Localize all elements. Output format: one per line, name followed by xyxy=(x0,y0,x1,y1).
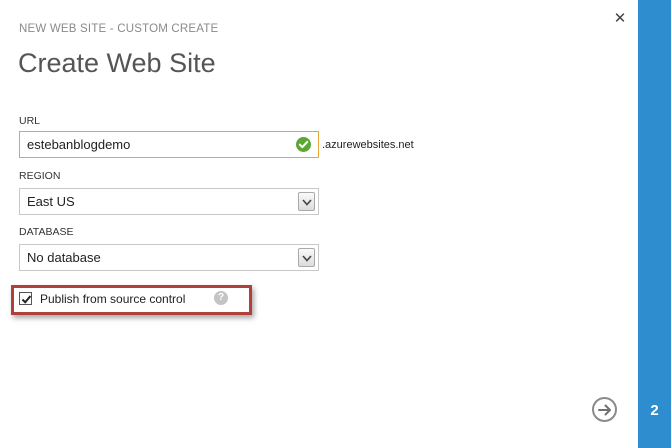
create-web-site-dialog: ✕ NEW WEB SITE - CUSTOM CREATE Create We… xyxy=(0,0,638,448)
dialog-subtitle: NEW WEB SITE - CUSTOM CREATE xyxy=(19,23,219,35)
publish-checkbox-label[interactable]: Publish from source control xyxy=(40,292,185,306)
region-selected-value: East US xyxy=(27,194,75,209)
url-domain-suffix: .azurewebsites.net xyxy=(322,139,414,151)
database-select[interactable]: No database xyxy=(19,244,319,271)
arrow-right-icon xyxy=(597,404,611,415)
database-label: DATABASE xyxy=(19,226,74,238)
check-circle-icon xyxy=(296,137,311,152)
database-selected-value: No database xyxy=(27,250,101,265)
step-number: 2 xyxy=(650,402,659,419)
chevron-down-icon[interactable] xyxy=(298,192,315,211)
next-button[interactable] xyxy=(592,397,617,422)
wizard-step-sidebar: 2 xyxy=(638,0,671,448)
publish-checkbox[interactable] xyxy=(19,292,32,305)
chevron-down-icon[interactable] xyxy=(298,248,315,267)
page-title: Create Web Site xyxy=(18,48,216,78)
url-input[interactable]: estebanblogdemo xyxy=(19,131,319,158)
region-label: REGION xyxy=(19,170,61,182)
url-label: URL xyxy=(19,115,41,127)
help-icon[interactable]: ? xyxy=(214,291,228,305)
close-icon[interactable]: ✕ xyxy=(611,9,629,27)
region-select[interactable]: East US xyxy=(19,188,319,215)
